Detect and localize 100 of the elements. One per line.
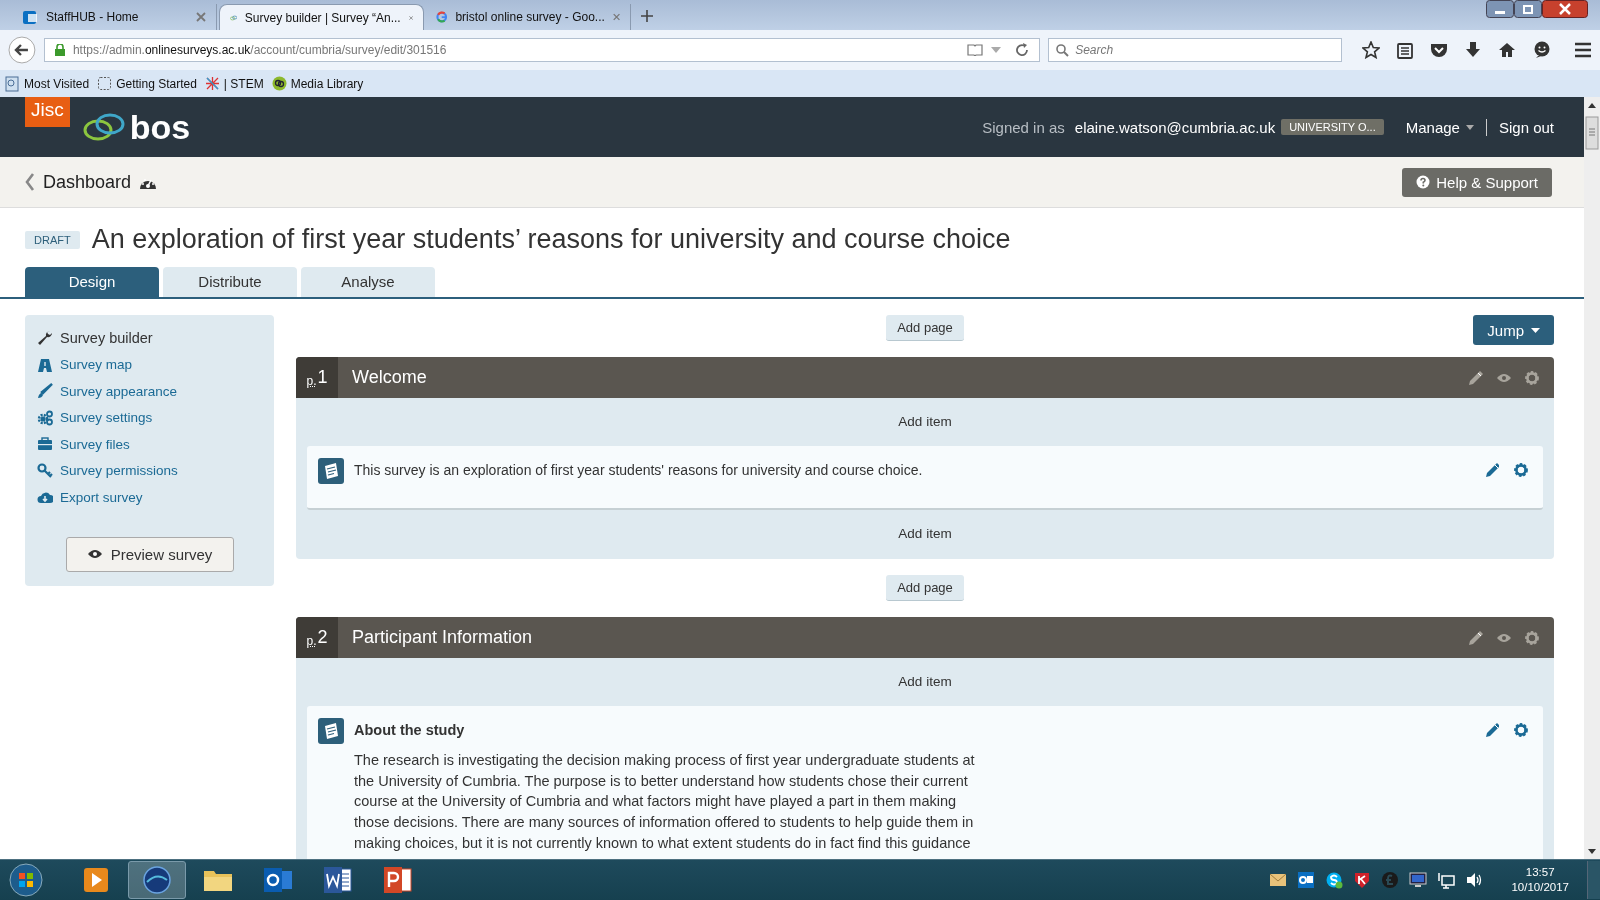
manage-menu[interactable]: Manage xyxy=(1405,118,1487,136)
help-support-button[interactable]: Help & Support xyxy=(1402,167,1552,197)
star-burst-icon xyxy=(204,75,220,92)
sidebar-item[interactable]: Export survey xyxy=(37,484,262,511)
padlock-icon xyxy=(54,44,65,56)
survey-title: An exploration of first year students’ reasons for university and course choice xyxy=(91,224,1011,255)
user-email: elaine.watson@cumbria.ac.uk xyxy=(1074,118,1276,136)
tab[interactable]: Design xyxy=(25,267,159,297)
scrollbar[interactable] xyxy=(1584,97,1600,859)
sidebar-item[interactable]: Survey permissions xyxy=(37,457,262,484)
address-bar[interactable]: https://admin.onlinesurveys.ac.uk/account/cumbria/survey/edit/301516 xyxy=(43,38,1041,62)
smiley-bubble-icon[interactable] xyxy=(1533,41,1551,59)
pencil-icon[interactable] xyxy=(1468,369,1484,386)
monitor-icon[interactable] xyxy=(1409,871,1428,889)
reader-view-icon[interactable] xyxy=(967,44,984,56)
network-icon[interactable] xyxy=(1437,871,1456,889)
settings-icon[interactable] xyxy=(1513,462,1529,478)
add-item-link[interactable]: Add item xyxy=(296,671,1554,693)
dotted-square-icon xyxy=(97,75,113,92)
minimize-icon[interactable] xyxy=(1486,0,1514,18)
dashboard-link[interactable]: Dashboard xyxy=(25,171,158,193)
page-title: Participant Information xyxy=(352,627,533,648)
url-text: https://admin.onlinesurveys.ac.uk/account/cumbria/survey/edit/301516 xyxy=(72,43,447,57)
sidebar-item[interactable]: Survey map xyxy=(37,351,262,378)
clipboard-list-icon[interactable] xyxy=(1397,41,1413,59)
caret-icon xyxy=(1531,327,1540,333)
search-field[interactable]: Search xyxy=(1048,38,1342,62)
tab[interactable]: Distribute xyxy=(163,267,297,297)
sidebar-item[interactable]: Survey files xyxy=(37,431,262,458)
sidebar-item[interactable]: Survey settings xyxy=(37,404,262,431)
pocket-icon[interactable] xyxy=(1430,42,1448,58)
tab[interactable]: Analyse xyxy=(301,267,435,297)
chevron-left-icon xyxy=(25,173,35,191)
add-page-button[interactable]: Add page xyxy=(886,315,964,341)
note-icon xyxy=(318,718,344,744)
bookmark-page-icon xyxy=(5,75,20,92)
browser-tab[interactable]: Survey builder | Survey “An... xyxy=(219,4,424,30)
pencil-icon[interactable] xyxy=(1485,462,1499,478)
briefcase-icon xyxy=(37,436,53,453)
envelope-icon[interactable] xyxy=(1269,871,1288,889)
preview-survey-button[interactable]: Preview survey xyxy=(65,536,234,572)
home-icon[interactable] xyxy=(1498,42,1516,58)
eye-icon[interactable] xyxy=(1496,372,1512,383)
note-icon xyxy=(318,458,344,484)
tab-title: Survey builder | Survey “An... xyxy=(244,10,401,25)
eye-icon[interactable] xyxy=(1496,632,1512,643)
bookmark-link[interactable]: Most Visited xyxy=(5,75,90,92)
bookmark-label: | STEM xyxy=(223,76,264,91)
tab-title: StaffHUB - Home xyxy=(46,10,140,24)
key-icon xyxy=(37,462,53,479)
outlook-icon[interactable] xyxy=(1297,871,1316,889)
status-badge: DRAFT xyxy=(25,230,80,249)
settings-icon[interactable] xyxy=(1524,369,1540,386)
search-icon xyxy=(1056,44,1070,57)
item-text: The research is investigating the decision making process of first year undergraduate students at the University of Cumbria. The purpose is to better understand how students chose their current course at the University of Cumbria and what factors might have played a part in them making those decisions. There are many sources of information offered to students to help guide them in making choices, but it is not currently known to what extent students do in fact find this guidance xyxy=(354,751,976,853)
wrench-icon xyxy=(37,330,53,347)
reload-icon[interactable] xyxy=(1015,43,1030,57)
brush-icon xyxy=(37,383,53,400)
bookmark-link[interactable]: Getting Started xyxy=(97,75,197,92)
settings-icon[interactable] xyxy=(1513,722,1529,738)
help-icon xyxy=(1416,175,1431,189)
settings-icon[interactable] xyxy=(1524,629,1540,646)
google-g-icon xyxy=(436,9,448,25)
start-orb-icon[interactable] xyxy=(8,862,44,898)
new-tab-icon[interactable] xyxy=(641,10,653,22)
menu-icon[interactable] xyxy=(1574,42,1592,58)
road-icon xyxy=(37,356,53,373)
star-icon[interactable] xyxy=(1362,41,1380,59)
circle-icon xyxy=(271,75,287,92)
pencil-icon[interactable] xyxy=(1468,629,1484,646)
add-item-link[interactable]: Add item xyxy=(296,523,1554,545)
sidebar-item[interactable]: Survey appearance xyxy=(37,378,262,405)
bookmark-label: Getting Started xyxy=(116,76,197,91)
page-number-prefix: p. xyxy=(306,633,317,648)
add-item-link[interactable]: Add item xyxy=(296,411,1554,433)
sign-out-link[interactable]: Sign out xyxy=(1486,118,1554,136)
tab-title: bristol online survey - Goo... xyxy=(455,10,605,24)
pencil-icon[interactable] xyxy=(1485,722,1499,738)
cogs-icon xyxy=(37,409,53,426)
signed-in-label: Signed in as xyxy=(982,118,1065,136)
sidebar-item[interactable]: Survey builder xyxy=(37,325,262,352)
bookmark-link[interactable]: Media Library xyxy=(271,75,364,92)
speaker-icon[interactable] xyxy=(1465,871,1484,889)
page-title: Welcome xyxy=(352,367,427,388)
item-heading: About the study xyxy=(354,722,466,738)
add-page-button[interactable]: Add page xyxy=(886,575,964,601)
caret-icon xyxy=(1465,124,1474,130)
clock[interactable]: 13:57 10/10/2017 xyxy=(1511,865,1569,895)
shield-k-icon[interactable] xyxy=(1353,871,1372,889)
page-number: 2 xyxy=(317,627,328,648)
jump-button[interactable]: Jump xyxy=(1473,315,1554,345)
item-text: This survey is an exploration of first year students' reasons for university and course choice. xyxy=(354,462,924,480)
bookmark-link[interactable]: | STEM xyxy=(204,75,264,92)
restore-icon[interactable] xyxy=(1514,0,1542,18)
close-icon[interactable] xyxy=(1542,0,1588,18)
skype-icon[interactable] xyxy=(1325,871,1344,889)
download-icon[interactable] xyxy=(1465,41,1481,59)
eye-icon xyxy=(86,549,103,559)
product-name: bos xyxy=(129,107,191,147)
bookmark-label: Most Visited xyxy=(24,76,90,91)
